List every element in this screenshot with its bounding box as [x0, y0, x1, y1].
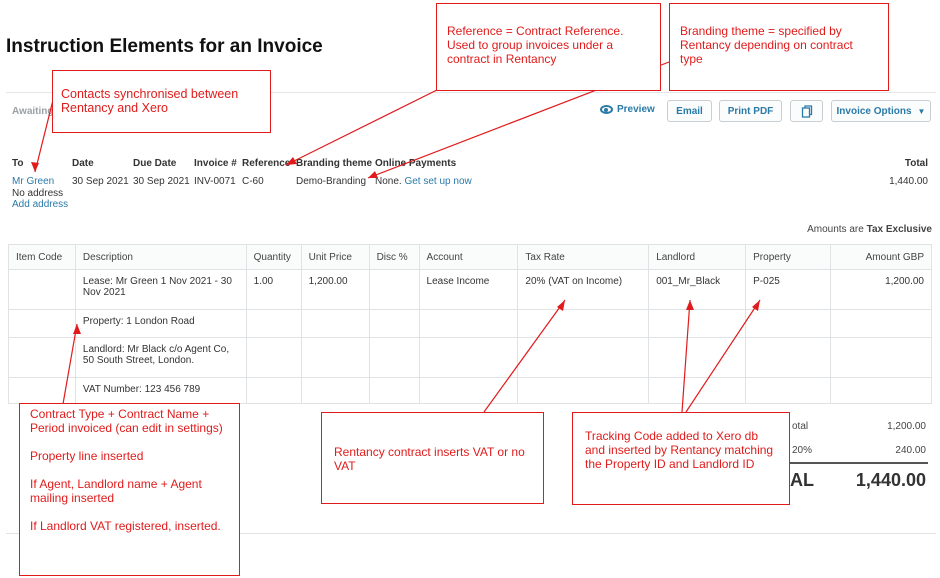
arrowhead — [73, 324, 81, 334]
annotation-branding: Branding theme = specified by Rentancy d… — [669, 3, 889, 91]
annotation-contract-lines: Contract Type + Contract Name + Period i… — [19, 403, 240, 576]
arrow-property — [685, 299, 761, 413]
annotation-line: Contract Type + Contract Name + Period i… — [30, 407, 223, 435]
annotation-vat: Rentancy contract inserts VAT or no VAT — [321, 412, 544, 504]
arrow-reference — [285, 83, 450, 166]
arrow-tax-rate — [483, 299, 566, 413]
annotation-line: Property line inserted — [30, 449, 144, 463]
arrowhead — [686, 300, 694, 310]
arrow-description — [62, 323, 78, 405]
annotation-line: If Agent, Landlord name + Agent mailing … — [30, 477, 202, 505]
arrowhead — [31, 162, 39, 172]
arrowhead — [368, 171, 378, 178]
annotation-reference: Reference = Contract Reference. Used to … — [436, 3, 661, 91]
arrow-landlord — [681, 299, 691, 413]
annotation-tracking: Tracking Code added to Xero db and inser… — [572, 412, 790, 505]
annotation-contacts: Contacts synchronised between Rentancy a… — [52, 70, 271, 133]
arrow-contacts — [34, 99, 54, 173]
annotation-line: If Landlord VAT registered, inserted. — [30, 519, 221, 533]
